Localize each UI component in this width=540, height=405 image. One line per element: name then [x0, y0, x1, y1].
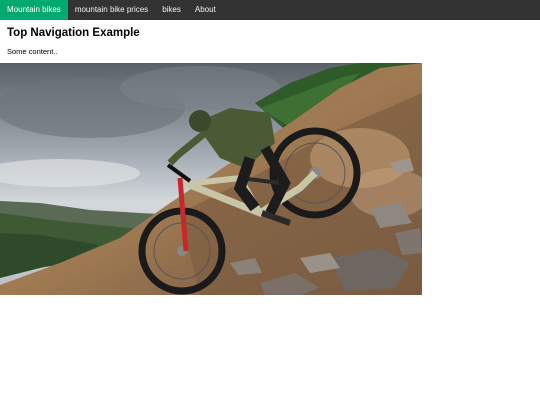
- nav-link-mountain-bikes[interactable]: Mountain bikes: [0, 0, 68, 20]
- nav-link-about[interactable]: About: [188, 0, 223, 20]
- nav-link-bikes[interactable]: bikes: [155, 0, 188, 20]
- body-text: Some content..: [7, 47, 58, 56]
- mountain-bike-photo: [0, 63, 422, 295]
- top-navigation-bar: Mountain bikes mountain bike prices bike…: [0, 0, 540, 20]
- nav-link-mountain-bike-prices[interactable]: mountain bike prices: [68, 0, 155, 20]
- page-title: Top Navigation Example: [7, 27, 140, 39]
